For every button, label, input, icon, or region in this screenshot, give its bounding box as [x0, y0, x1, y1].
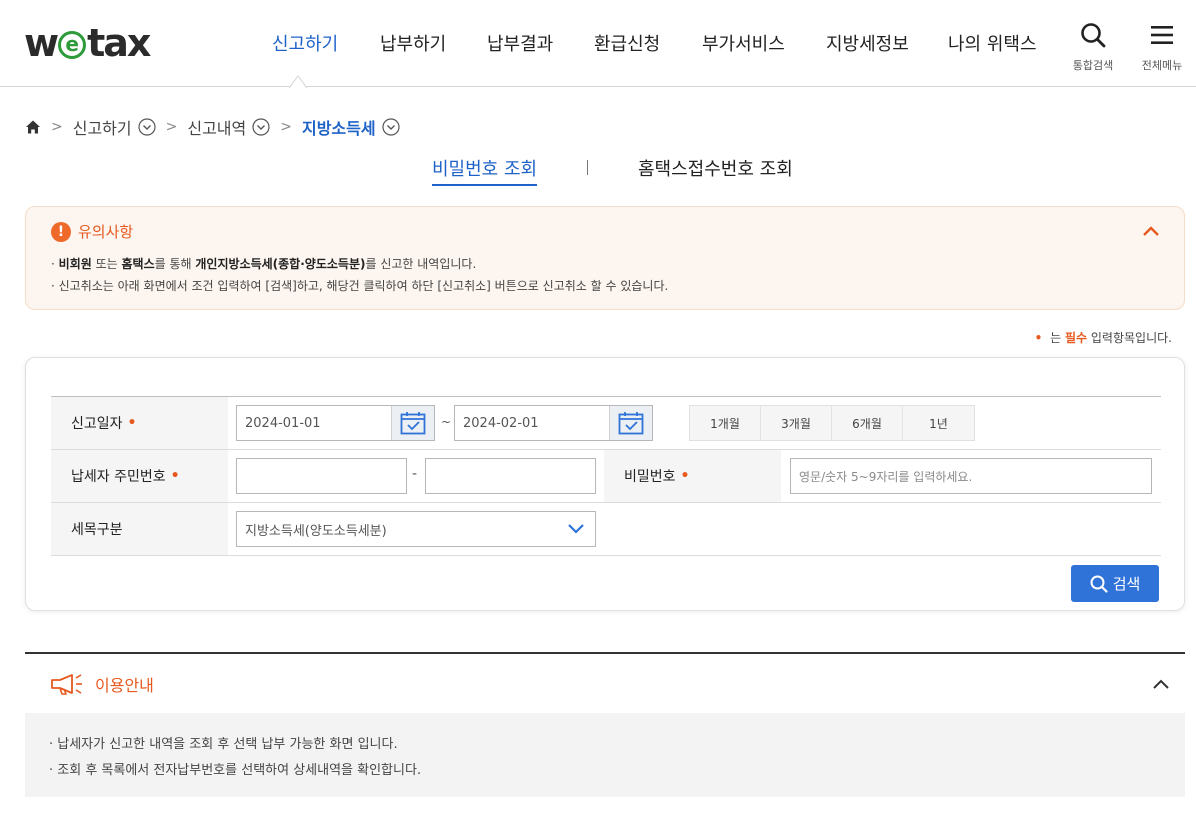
guide-line-2: · 조회 후 목록에서 전자납부번호를 선택하여 상세내역을 확인합니다. [49, 763, 422, 778]
tax-type-select[interactable]: 지방소득세(양도소득세분) [236, 511, 596, 547]
password-label: 비밀번호 • [604, 450, 781, 502]
breadcrumb: > 신고하기 > 신고내역 > 지방소득세 [25, 114, 400, 140]
breadcrumb-item-local-income-tax[interactable]: 지방소득세 [302, 115, 376, 139]
guide-header: 이용안내 [50, 672, 154, 696]
form-row-report-date: 신고일자 • 2024-01-01 ~ 2024-02-01 1개월 3개월 6… [51, 397, 1161, 450]
full-menu-button[interactable]: 전체메뉴 [1138, 22, 1186, 73]
breadcrumb-item-report-history[interactable]: 신고내역 [187, 115, 246, 139]
integrated-search-label: 통합검색 [1072, 59, 1114, 72]
search-button-label: 검색 [1112, 575, 1141, 593]
report-date-label: 신고일자 • [51, 397, 228, 449]
search-button[interactable]: 검색 [1071, 565, 1159, 602]
active-nav-caret-icon [289, 75, 307, 88]
warning-icon: ! [51, 221, 71, 242]
resident-no-label: 납세자 주민번호 • [51, 450, 228, 502]
chevron-down-icon [568, 524, 584, 534]
form-row-tax-type: 세목구분 지방소득세(양도소득세분) [51, 503, 1161, 556]
tab-hometax-receipt-lookup[interactable]: 홈택스접수번호 조회 [638, 155, 793, 181]
breadcrumb-separator-icon: > [51, 119, 63, 135]
nav-report[interactable]: 신고하기 [272, 30, 338, 56]
tax-type-label: 세목구분 [51, 503, 228, 555]
search-icon [1081, 23, 1106, 48]
breadcrumb-separator-icon: > [280, 119, 292, 135]
required-field-note: • 는 필수 입력항목입니다. [1034, 331, 1172, 345]
date-from-calendar-button[interactable] [391, 406, 434, 440]
guide-divider [25, 652, 1185, 654]
date-to-calendar-button[interactable] [609, 406, 652, 440]
logo-e-circle: e [58, 31, 87, 59]
site-header: w e tax 신고하기 납부하기 납부결과 환급신청 부가서비스 지방세정보 … [0, 0, 1196, 88]
nav-additional-services[interactable]: 부가서비스 [702, 30, 785, 56]
chevron-down-circle-icon[interactable] [138, 118, 156, 136]
wetax-logo[interactable]: w e tax [24, 21, 151, 65]
period-6-months-button[interactable]: 6개월 [832, 406, 903, 440]
chevron-up-icon[interactable] [1152, 678, 1170, 690]
period-1-year-button[interactable]: 1년 [903, 406, 974, 440]
date-to-input[interactable]: 2024-02-01 [454, 405, 653, 441]
full-menu-label: 전체메뉴 [1141, 59, 1183, 72]
megaphone-icon [51, 674, 82, 695]
chevron-down-circle-icon[interactable] [252, 118, 270, 136]
notice-title: 유의사항 [78, 223, 134, 241]
home-icon[interactable] [25, 119, 41, 135]
nav-my-wetax[interactable]: 나의 위택스 [948, 30, 1037, 56]
breadcrumb-separator-icon: > [165, 119, 178, 135]
period-quick-select: 1개월 3개월 6개월 1년 [689, 405, 975, 441]
chevron-down-circle-icon[interactable] [381, 118, 400, 136]
date-from-input[interactable]: 2024-01-01 [236, 405, 435, 441]
notice-line-1: · 비회원 또는 홈택스를 통해 개인지방소득세(종합·양도소득분)를 신고한 … [51, 257, 477, 271]
notice-panel: ! 유의사항 · 비회원 또는 홈택스를 통해 개인지방소득세(종합·양도소득분… [25, 206, 1185, 310]
guide-title: 이용안내 [95, 676, 154, 695]
chevron-up-icon[interactable] [1142, 225, 1160, 237]
form-row-resident-password: 납세자 주민번호 • - 비밀번호 • 영문/숫자 5~9자리를 입력하세요. [51, 450, 1161, 503]
tab-password-lookup[interactable]: 비밀번호 조회 [432, 155, 538, 186]
search-icon [1090, 575, 1108, 593]
breadcrumb-item-report[interactable]: 신고하기 [73, 115, 132, 139]
nav-refund[interactable]: 환급신청 [594, 30, 660, 56]
integrated-search-button[interactable]: 통합검색 [1069, 22, 1117, 73]
resident-no-front-input[interactable] [236, 458, 407, 494]
calendar-icon [400, 412, 426, 435]
guide-line-1: · 납세자가 신고한 내역을 조회 후 선택 납부 가능한 화면 입니다. [49, 737, 398, 752]
password-input[interactable]: 영문/숫자 5~9자리를 입력하세요. [790, 458, 1152, 494]
nav-local-tax-info[interactable]: 지방세정보 [826, 30, 909, 56]
guide-body: · 납세자가 신고한 내역을 조회 후 선택 납부 가능한 화면 입니다. · … [25, 713, 1185, 797]
search-form-table: 신고일자 • 2024-01-01 ~ 2024-02-01 1개월 3개월 6… [51, 396, 1161, 556]
date-range-tilde: ~ [441, 415, 452, 429]
resident-no-back-input[interactable] [425, 458, 596, 494]
logo-tax: tax [87, 21, 151, 65]
logo-w: w [24, 21, 59, 65]
notice-line-2: · 신고취소는 아래 화면에서 조건 입력하여 [검색]하고, 해당건 클릭하여… [51, 279, 669, 293]
calendar-icon [618, 412, 644, 435]
nav-payment-result[interactable]: 납부결과 [487, 30, 553, 56]
notice-header: ! 유의사항 [51, 221, 133, 242]
hamburger-menu-icon [1151, 26, 1173, 44]
search-form: 신고일자 • 2024-01-01 ~ 2024-02-01 1개월 3개월 6… [25, 357, 1185, 611]
tab-divider [587, 160, 588, 175]
period-1-month-button[interactable]: 1개월 [690, 406, 761, 440]
resident-no-dash: - [412, 466, 418, 482]
period-3-months-button[interactable]: 3개월 [761, 406, 832, 440]
nav-payment[interactable]: 납부하기 [380, 30, 446, 56]
